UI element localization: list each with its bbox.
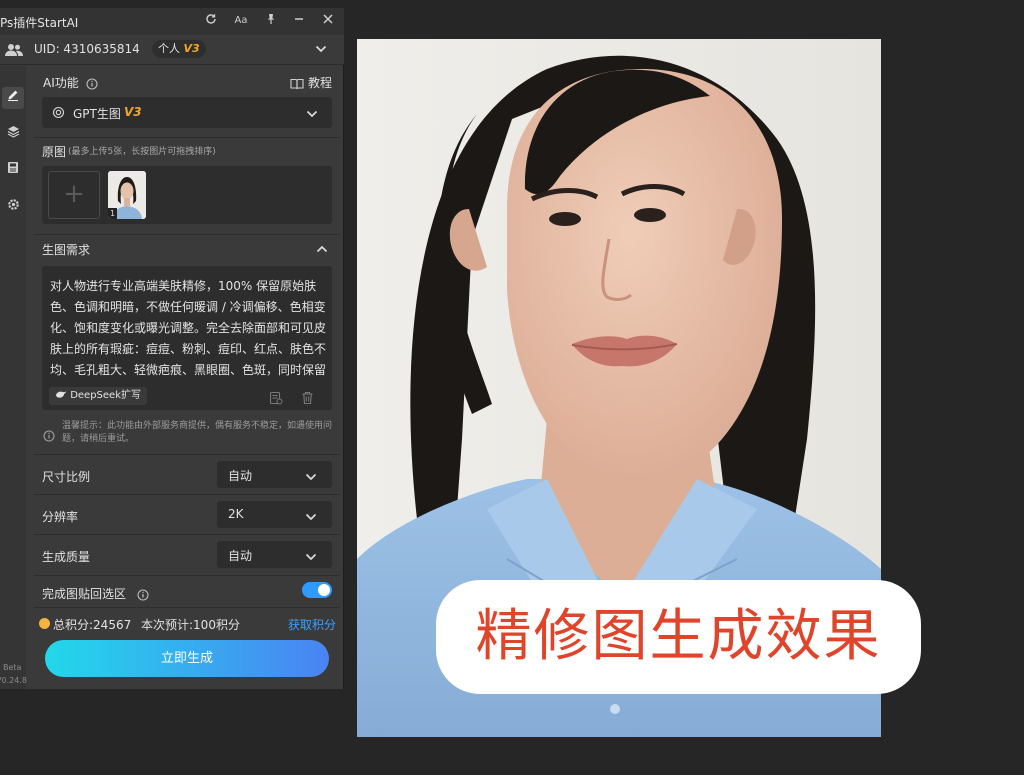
paste-back-label: 完成图贴回选区: [42, 587, 127, 601]
users-icon: [5, 42, 23, 61]
ratio-value: 自动: [228, 469, 253, 483]
divider: [34, 234, 340, 235]
divider: [34, 454, 340, 455]
divider: [34, 607, 340, 608]
source-images-area: + 1: [42, 166, 332, 224]
title-bar: Ps插件StartAI Aa: [0, 8, 344, 35]
tier-label: 个人: [158, 42, 180, 55]
beta-label: Beta: [3, 663, 22, 672]
image-thumbnail[interactable]: 1: [108, 171, 146, 219]
divider: [34, 137, 340, 138]
sidebar-item-save[interactable]: [2, 160, 24, 182]
refresh-icon[interactable]: [202, 12, 220, 30]
close-icon[interactable]: [319, 12, 337, 30]
save-icon: [8, 162, 18, 173]
chevron-down-icon[interactable]: [315, 43, 327, 56]
ai-function-label: AI功能: [43, 76, 79, 90]
coin-icon: [39, 618, 50, 629]
deepseek-label: DeepSeek扩写: [70, 390, 141, 401]
divider: [34, 494, 340, 495]
uid-label: UID: 4310635814: [34, 42, 140, 56]
settings-icon: [7, 199, 19, 210]
sidebar-rail: Beta V0.24.8: [0, 66, 27, 689]
edit-icon: [8, 90, 18, 101]
minimize-icon[interactable]: [290, 12, 308, 30]
chevron-down-icon: [305, 551, 317, 564]
deepseek-expand-button[interactable]: DeepSeek扩写: [49, 387, 147, 405]
prompt-text[interactable]: 对人物进行专业高端美肤精修，100% 保留原始肤色、色调和明暗，不做任何暖调 /…: [50, 276, 326, 384]
add-image-button[interactable]: +: [48, 171, 100, 219]
result-caption: 精修图生成效果: [440, 584, 917, 690]
divider: [34, 534, 340, 535]
paste-back-toggle[interactable]: [302, 582, 332, 598]
model-select[interactable]: GPT生图 V3: [42, 97, 332, 128]
ratio-label: 尺寸比例: [42, 470, 91, 484]
info-icon[interactable]: [137, 586, 149, 605]
total-points: 总积分:24567: [53, 618, 132, 632]
sidebar-item-edit[interactable]: [2, 87, 24, 109]
info-icon[interactable]: [86, 75, 98, 94]
prompt-textarea[interactable]: 对人物进行专业高端美肤精修，100% 保留原始肤色、色调和明暗，不做任何暖调 /…: [42, 266, 332, 410]
chevron-up-icon[interactable]: [316, 243, 328, 256]
resolution-label: 分辨率: [42, 510, 79, 524]
openai-icon: [52, 106, 65, 122]
tier-badge: 个人 V3: [152, 40, 206, 58]
ratio-select[interactable]: 自动: [217, 461, 332, 488]
sidebar-item-settings[interactable]: [2, 197, 24, 219]
trash-icon[interactable]: [301, 390, 314, 409]
get-points-link[interactable]: 获取积分: [288, 616, 336, 633]
font-size-icon[interactable]: Aa: [232, 12, 250, 30]
resolution-value: 2K: [228, 507, 244, 521]
info-icon: [43, 427, 55, 446]
resolution-select[interactable]: 2K: [217, 501, 332, 528]
chevron-down-icon: [305, 471, 317, 484]
pin-icon[interactable]: [262, 12, 280, 30]
toggle-knob: [318, 584, 330, 596]
layers-icon: [7, 126, 19, 138]
tier-version: V3: [183, 42, 200, 55]
service-tip: 温馨提示：此功能由外部服务商提供，偶有服务不稳定，如遇使用问题，请稍后重试。: [62, 421, 333, 444]
quality-value: 自动: [228, 549, 253, 563]
user-bar[interactable]: UID: 4310635814 个人 V3: [0, 35, 344, 65]
source-images-hint: (最多上传5张，长按图片可拖拽排序): [68, 147, 216, 157]
quality-select[interactable]: 自动: [217, 541, 332, 568]
model-version: V3: [124, 105, 142, 119]
template-icon[interactable]: [269, 390, 283, 409]
chevron-down-icon: [306, 108, 318, 121]
quality-label: 生成质量: [42, 550, 91, 564]
version-label: V0.24.8: [0, 676, 27, 685]
model-name: GPT生图: [73, 107, 121, 121]
estimated-points: 本次预计:100积分: [141, 618, 240, 632]
thumb-index: 1: [108, 208, 117, 219]
whale-icon: [56, 391, 66, 398]
app-title: Ps插件StartAI: [0, 16, 79, 30]
tutorial-link[interactable]: 教程: [308, 74, 332, 91]
source-images-label: 原图: [42, 145, 67, 159]
divider: [34, 575, 340, 576]
generate-button[interactable]: 立即生成: [45, 640, 329, 677]
requirement-label: 生图需求: [42, 243, 91, 257]
book-icon[interactable]: [290, 75, 304, 94]
chevron-down-icon: [305, 511, 317, 524]
sidebar-item-layers[interactable]: [2, 124, 24, 146]
